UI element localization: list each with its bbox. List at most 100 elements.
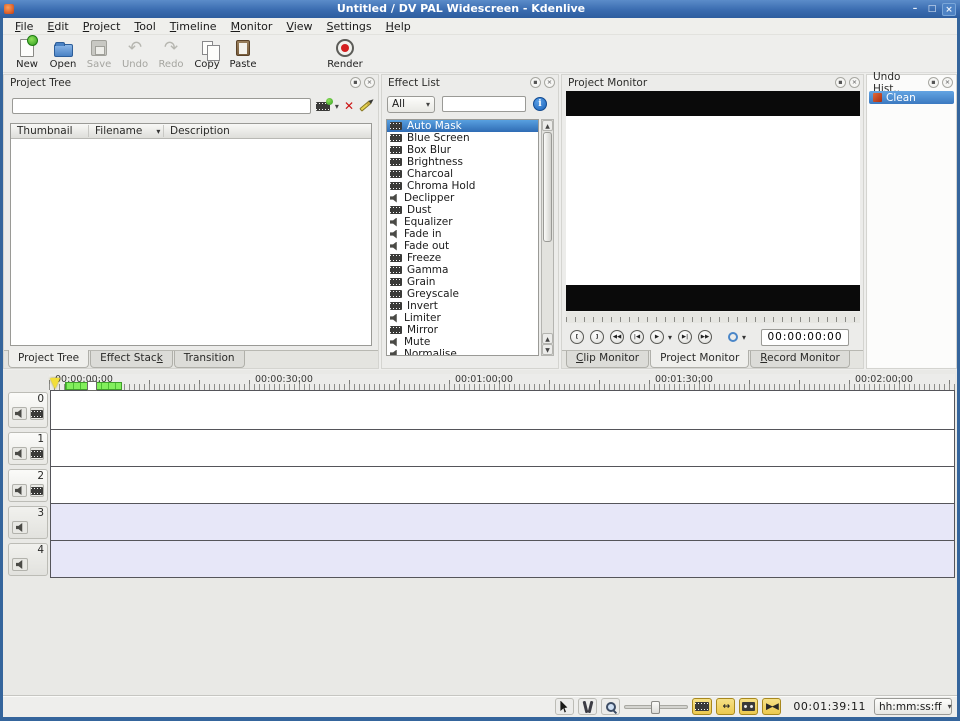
render-button[interactable]: Render <box>327 37 363 70</box>
undo-history-item[interactable]: Clean <box>869 91 954 104</box>
maximize-button[interactable]: □ <box>925 3 939 16</box>
tab-record-monitor[interactable]: Record Monitor <box>750 351 850 368</box>
delete-clip-icon[interactable]: ✕ <box>344 99 354 113</box>
effect-item[interactable]: Fade out <box>387 240 538 252</box>
effect-filter-dropdown[interactable]: All ▾ <box>387 96 435 113</box>
effect-item[interactable]: Mute <box>387 336 538 348</box>
monitor-seek-ruler[interactable] <box>566 312 860 323</box>
menu-file[interactable]: File <box>8 19 40 34</box>
scroll-up-icon[interactable]: ▲ <box>542 120 553 131</box>
scroll-up-icon[interactable]: ▲ <box>542 333 553 344</box>
copy-button[interactable]: Copy <box>189 37 225 70</box>
menu-edit[interactable]: Edit <box>40 19 75 34</box>
menu-settings[interactable]: Settings <box>320 19 379 34</box>
track-row-1[interactable] <box>50 430 955 467</box>
frame-back-button[interactable]: |◀ <box>630 330 644 344</box>
zone-start-button[interactable]: [ <box>570 330 584 344</box>
tab-project-tree[interactable]: Project Tree <box>8 350 89 368</box>
effect-item[interactable]: Normalise <box>387 348 538 356</box>
tab-effect-stack[interactable]: Effect Stack <box>90 351 173 368</box>
close-panel-icon[interactable]: × <box>849 77 860 88</box>
effect-item[interactable]: Gamma <box>387 264 538 276</box>
menu-monitor[interactable]: Monitor <box>224 19 280 34</box>
effect-item[interactable]: Dust <box>387 204 538 216</box>
track-row-4[interactable] <box>50 541 955 578</box>
menu-view[interactable]: View <box>279 19 319 34</box>
close-panel-icon[interactable]: × <box>942 77 953 88</box>
menu-timeline[interactable]: Timeline <box>163 19 224 34</box>
audio-thumbnails-button[interactable]: ↔ <box>716 698 735 715</box>
play-button[interactable]: ▶ <box>650 330 664 344</box>
redo-button[interactable]: ↷Redo <box>153 37 189 70</box>
fit-zoom-button[interactable] <box>601 698 620 715</box>
effect-item[interactable]: Limiter <box>387 312 538 324</box>
new-button[interactable]: New <box>9 37 45 70</box>
effect-list-scrollbar[interactable]: ▲ ▲ ▼ <box>541 119 554 356</box>
effect-search-input[interactable] <box>442 96 526 112</box>
add-clip-menu-icon[interactable]: ▾ <box>335 102 339 111</box>
chevron-down-icon[interactable]: ▾ <box>742 333 746 342</box>
effect-item[interactable]: Invert <box>387 300 538 312</box>
razor-tool-button[interactable] <box>578 698 597 715</box>
timecode-format-dropdown[interactable]: hh:mm:ss:ff ▾ <box>874 698 952 715</box>
zone-end-button[interactable]: ] <box>590 330 604 344</box>
float-panel-icon[interactable]: ▪ <box>928 77 939 88</box>
undo-button[interactable]: ↶Undo <box>117 37 153 70</box>
effect-item[interactable]: Declipper <box>387 192 538 204</box>
rewind-button[interactable]: ◀◀ <box>610 330 624 344</box>
hide-track-button[interactable] <box>30 447 45 460</box>
timeline-ruler[interactable]: 00:00:00:0000:00:30:0000:01:00:0000:01:3… <box>49 374 955 390</box>
effect-item[interactable]: Grain <box>387 276 538 288</box>
effect-item[interactable]: Greyscale <box>387 288 538 300</box>
project-search-input[interactable] <box>12 98 311 114</box>
hide-track-button[interactable] <box>30 407 45 420</box>
titlebar[interactable]: Untitled / DV PAL Widescreen - Kdenlive … <box>0 0 960 18</box>
zoom-slider[interactable] <box>624 705 688 709</box>
float-panel-icon[interactable]: ▪ <box>835 77 846 88</box>
chevron-down-icon[interactable]: ▾ <box>668 333 672 342</box>
hide-track-button[interactable] <box>30 484 45 497</box>
menu-project[interactable]: Project <box>76 19 128 34</box>
mute-track-button[interactable] <box>12 521 28 534</box>
close-panel-icon[interactable]: × <box>364 77 375 88</box>
zoom-slider-thumb[interactable] <box>651 701 660 714</box>
effect-item[interactable]: Mirror <box>387 324 538 336</box>
track-row-0[interactable] <box>50 390 955 430</box>
column-filename[interactable]: Filename ▾ <box>88 125 164 137</box>
effect-item[interactable]: Brightness <box>387 156 538 168</box>
effect-item[interactable]: Blue Screen <box>387 132 538 144</box>
select-tool-button[interactable] <box>555 698 574 715</box>
effect-item[interactable]: Charcoal <box>387 168 538 180</box>
column-description[interactable]: Description <box>164 125 236 137</box>
snap-button[interactable]: ▶◀ <box>762 698 781 715</box>
open-button[interactable]: Open <box>45 37 81 70</box>
video-thumbnails-button[interactable] <box>692 698 712 715</box>
play-zone-button[interactable] <box>728 332 738 342</box>
mute-track-button[interactable] <box>12 447 27 460</box>
mute-track-button[interactable] <box>12 407 27 420</box>
effect-item[interactable]: Freeze <box>387 252 538 264</box>
tab-transition[interactable]: Transition <box>174 351 245 368</box>
save-button[interactable]: Save <box>81 37 117 70</box>
float-panel-icon[interactable]: ▪ <box>530 77 541 88</box>
paste-button[interactable]: Paste <box>225 37 261 70</box>
menu-help[interactable]: Help <box>379 19 418 34</box>
edit-clip-icon[interactable] <box>359 100 372 111</box>
effect-item[interactable]: Equalizer <box>387 216 538 228</box>
mute-track-button[interactable] <box>12 558 28 571</box>
effect-item[interactable]: Auto Mask <box>387 120 538 132</box>
close-panel-icon[interactable]: × <box>544 77 555 88</box>
playhead-marker[interactable] <box>50 378 60 389</box>
track-row-3[interactable] <box>50 504 955 541</box>
column-thumbnail[interactable]: Thumbnail <box>11 125 88 137</box>
scroll-down-icon[interactable]: ▼ <box>542 344 553 355</box>
menu-tool[interactable]: Tool <box>127 19 162 34</box>
project-tree-table[interactable]: Thumbnail Filename ▾ Description <box>10 123 372 346</box>
frame-forward-button[interactable]: ▶| <box>678 330 692 344</box>
add-clip-icon[interactable] <box>316 102 330 111</box>
fast-forward-button[interactable]: ▶▶ <box>698 330 712 344</box>
scrollbar-thumb[interactable] <box>543 132 552 242</box>
monitor-timecode-field[interactable] <box>761 329 849 346</box>
effect-item[interactable]: Box Blur <box>387 144 538 156</box>
tab-clip-monitor[interactable]: Clip Monitor <box>566 351 649 368</box>
